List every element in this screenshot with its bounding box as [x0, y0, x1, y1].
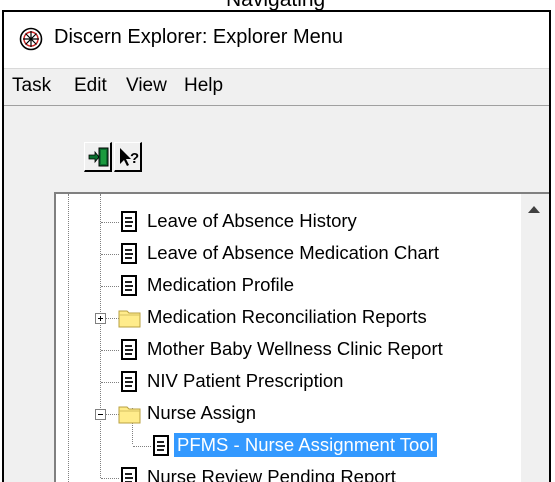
discern-app-icon	[19, 27, 43, 51]
tree-item[interactable]: Leave of Absence Medication Chart	[56, 240, 536, 268]
report-icon	[153, 435, 169, 456]
menu-view[interactable]: View	[122, 75, 171, 97]
tree-item-label: Nurse Assign	[147, 402, 256, 423]
toolbar: ?	[4, 106, 549, 174]
tree-item-label: Nurse Review Pending Report	[147, 466, 396, 482]
tree-item[interactable]: Leave of Absence History	[56, 208, 536, 236]
report-icon	[121, 339, 137, 360]
tree-item[interactable]: Nurse Review Pending Report	[56, 464, 536, 482]
menu-edit[interactable]: Edit	[70, 75, 111, 97]
folder-open-icon	[118, 406, 141, 424]
exit-button[interactable]	[84, 142, 112, 172]
tree-item-label: Leave of Absence Medication Chart	[147, 242, 440, 263]
window-title: Discern Explorer: Explorer Menu	[54, 26, 343, 48]
partial-top-text: Navigating	[226, 0, 396, 10]
expand-plus-icon[interactable]	[95, 313, 106, 324]
tree-item[interactable]: Medication Reconciliation Reports	[56, 304, 536, 332]
svg-text:?: ?	[130, 150, 139, 167]
report-icon	[121, 371, 137, 392]
tree-item-label: NIV Patient Prescription	[147, 370, 344, 391]
explorer-tree[interactable]: Leave of Absence History Leave of Absenc…	[54, 192, 549, 482]
collapse-minus-icon[interactable]	[95, 409, 106, 420]
report-icon	[121, 275, 137, 296]
report-icon	[121, 243, 137, 264]
folder-closed-icon	[118, 310, 141, 328]
tree-item-label: PFMS - Nurse Assignment Tool	[174, 433, 437, 457]
tree-item[interactable]: NIV Patient Prescription	[56, 368, 536, 396]
exit-door-icon	[88, 147, 109, 167]
tree-item-label: Medication Reconciliation Reports	[147, 306, 427, 327]
tree-item[interactable]: Nurse Assign	[56, 400, 536, 428]
explorer-window: Discern Explorer: Explorer Menu Task Edi…	[2, 10, 551, 482]
report-icon	[121, 211, 137, 232]
context-help-icon: ?	[120, 148, 139, 167]
tree-item-label: Mother Baby Wellness Clinic Report	[147, 338, 443, 359]
menu-bar: Task Edit View Help	[4, 69, 549, 106]
report-icon	[121, 467, 137, 482]
tree-item-label: Leave of Absence History	[147, 210, 357, 231]
tree-item-selected[interactable]: PFMS - Nurse Assignment Tool	[56, 432, 536, 460]
tree-item[interactable]: Mother Baby Wellness Clinic Report	[56, 336, 536, 364]
context-help-button[interactable]: ?	[114, 142, 142, 172]
tree-item[interactable]: Medication Profile	[56, 272, 536, 300]
tree-item-label: Medication Profile	[147, 274, 295, 295]
menu-task[interactable]: Task	[8, 75, 55, 97]
title-bar: Discern Explorer: Explorer Menu	[4, 12, 549, 69]
menu-help[interactable]: Help	[180, 75, 227, 97]
